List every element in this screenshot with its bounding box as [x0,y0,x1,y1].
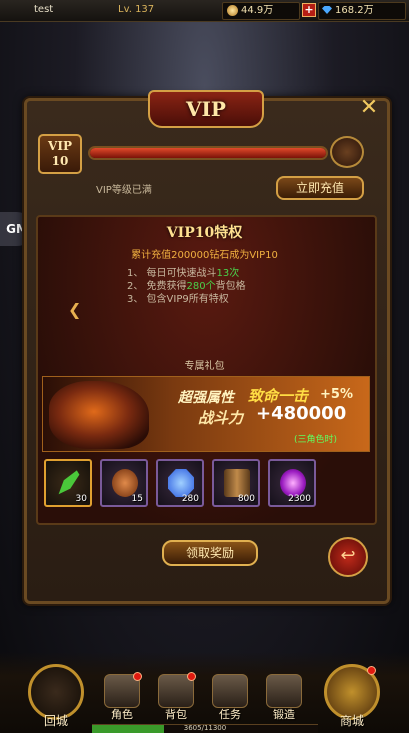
reward-item[interactable]: 800 [212,459,260,507]
vip-status-text: VIP等级已满 [96,185,152,196]
diamond-amount: 168.2万 [335,5,374,16]
back-icon[interactable]: ↩ [328,537,368,577]
top-status-bar: test Lv. 137 44.9万 + 168.2万 [0,0,409,22]
reward-item[interactable]: 2300 [268,459,316,507]
reward-item[interactable]: 280 [156,459,204,507]
claim-reward-button[interactable]: 领取奖励 [162,540,258,566]
purple-orb-icon [280,469,306,497]
reward-item[interactable]: 15 [100,459,148,507]
vip-badge-label: VIP [48,139,72,153]
nav-task[interactable]: 任务 [208,672,252,724]
notification-dot [187,672,196,681]
scroll-icon [212,674,248,708]
gift-label: 专属礼包 [184,361,225,372]
next-vip-emblem-icon [330,136,364,168]
nav-bag-label: 背包 [165,708,187,721]
privilege-title: VIP10特权 [166,225,243,241]
privilege-requirement: 累计充值200000钻石成为VIP10 [131,250,278,261]
nav-character-label: 角色 [111,708,133,721]
nav-home[interactable]: 回城 [28,664,84,728]
nav-task-label: 任务 [219,708,241,721]
item-count: 15 [131,494,143,504]
vip-badge-level: 10 [51,154,69,168]
bronze-cylinder-icon [224,469,250,497]
vip-progress-bar [88,146,328,160]
banner-text-attribute: 超强属性 [178,390,234,406]
vip-level-badge: VIP 10 [38,134,82,174]
nav-shop-label: 商城 [339,714,364,728]
nav-character[interactable]: 角色 [100,672,144,724]
nav-forge-label: 锻造 [273,708,295,721]
diamond-icon [322,6,332,14]
nav-bag[interactable]: 背包 [154,672,198,724]
item-count: 2300 [288,494,311,504]
notification-dot [133,672,142,681]
item-count: 30 [75,494,87,504]
banner-text-condition: (三角色时) [294,435,338,445]
notification-dot [367,666,376,675]
nav-home-label: 回城 [43,714,68,728]
player-level: Lv. 137 [118,4,155,15]
recharge-button[interactable]: 立即充值 [276,176,364,200]
player-name: test [34,4,54,15]
close-button[interactable]: ✕ [356,96,382,122]
item-count: 800 [237,494,255,504]
gold-coin-icon [227,4,238,16]
experience-bar: 3605/11300 [92,724,318,733]
blue-gem-icon [168,469,194,497]
experience-text: 3605/11300 [183,724,227,732]
gold-amount: 44.9万 [241,5,274,16]
gold-display: 44.9万 [222,2,300,20]
nav-forge[interactable]: 锻造 [262,672,306,724]
perk-line: 3、 包含VIP9所有特权 [127,290,229,305]
vip-progress-fill [90,148,326,158]
banner-text-power: 战斗力 [198,409,244,427]
panel-title: VIP [148,90,264,128]
dragon-illustration-icon [49,381,149,449]
green-leaf-icon [58,470,80,495]
item-count: 280 [181,494,199,504]
banner-text-critical-value: +5% [320,387,353,402]
diamond-display: 168.2万 [318,2,406,20]
perk-text: 3、 包含VIP9所有特权 [127,294,229,305]
reward-item[interactable]: 30 [44,459,92,507]
anvil-icon [266,674,302,708]
nav-shop[interactable]: 商城 [324,664,380,728]
add-gold-button[interactable]: + [302,3,316,17]
bronze-orb-icon [112,469,138,497]
banner-text-power-value: +480000 [256,403,347,424]
prev-vip-arrow-icon[interactable]: ❮ [68,300,81,319]
